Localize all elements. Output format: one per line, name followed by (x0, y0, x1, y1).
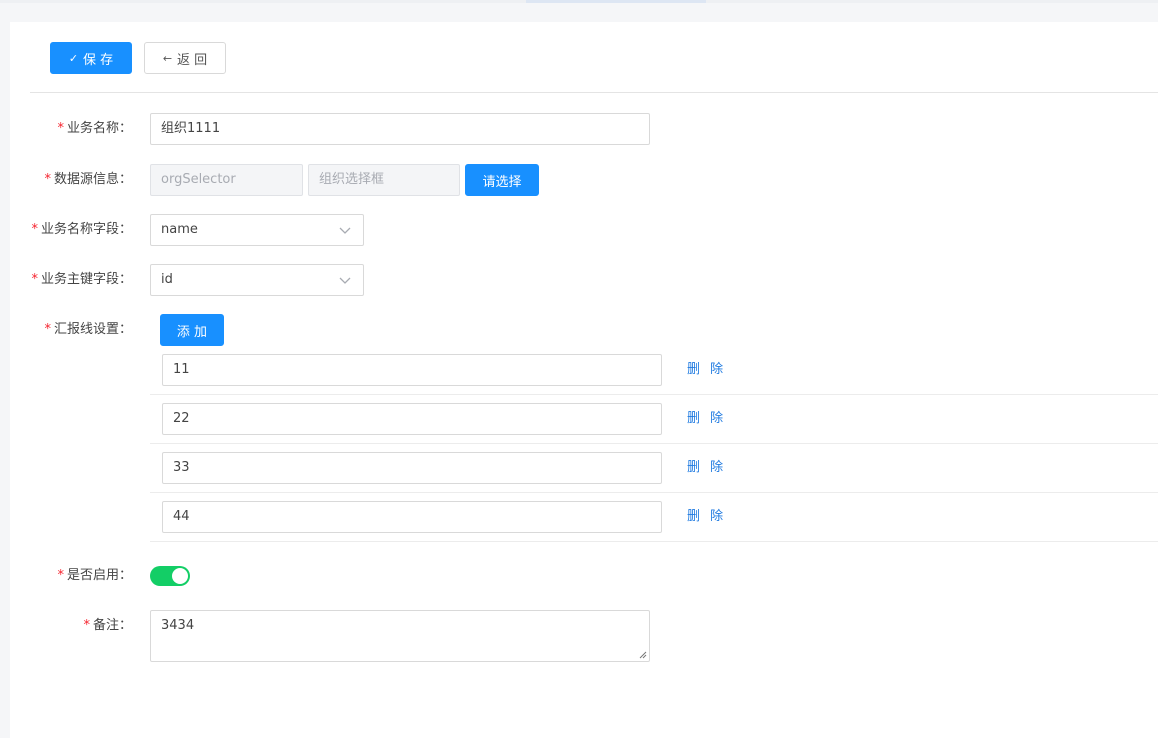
active-tab-indicator (526, 0, 706, 3)
save-button-label: 保 存 (83, 52, 114, 68)
name-field-label: * 业务名称字段： (31, 222, 132, 237)
choose-button[interactable]: 请选择 (465, 164, 539, 196)
remark-value: 3434 (161, 618, 195, 633)
back-button[interactable]: ← 返 回 (144, 42, 226, 74)
row-divider (150, 541, 1158, 542)
chevron-down-icon (339, 227, 351, 234)
form-card: ✓ 保 存 ← 返 回 * 业务名称： 组织1111 * 数据源信息： orgSel… (10, 22, 1158, 738)
back-button-label: 返 回 (177, 52, 208, 68)
enabled-switch[interactable] (150, 566, 190, 586)
remark-label: * 备注： (83, 618, 132, 633)
business-name-input[interactable]: 组织1111 (150, 113, 650, 145)
row-divider (150, 443, 1158, 444)
arrow-left-icon: ← (162, 51, 173, 65)
delete-link[interactable]: 删 除 (687, 452, 726, 484)
check-icon: ✓ (68, 51, 79, 65)
chevron-down-icon (339, 277, 351, 284)
datasource-input: orgSelector (150, 164, 303, 196)
report-line-input[interactable]: 11 (162, 354, 662, 386)
report-line-input[interactable]: 33 (162, 452, 662, 484)
row-divider (150, 394, 1158, 395)
report-line-label: * 汇报线设置： (44, 322, 132, 337)
resize-grip-icon[interactable] (639, 651, 647, 659)
delete-link[interactable]: 删 除 (687, 501, 726, 533)
save-button[interactable]: ✓ 保 存 (50, 42, 132, 74)
toolbar-divider (30, 92, 1158, 93)
delete-link[interactable]: 删 除 (687, 403, 726, 435)
key-field-value: id (161, 272, 173, 287)
report-line-input[interactable]: 22 (162, 403, 662, 435)
delete-link[interactable]: 删 除 (687, 354, 726, 386)
key-field-select[interactable]: id (150, 264, 364, 296)
report-line-input[interactable]: 44 (162, 501, 662, 533)
add-button[interactable]: 添 加 (160, 314, 224, 346)
name-field-value: name (161, 222, 198, 237)
org-selector-input: 组织选择框 (308, 164, 460, 196)
row-divider (150, 492, 1158, 493)
name-field-select[interactable]: name (150, 214, 364, 246)
switch-knob (172, 568, 188, 584)
enabled-label: * 是否启用： (57, 568, 132, 583)
remark-textarea[interactable]: 3434 (150, 610, 650, 662)
datasource-label: * 数据源信息： (44, 172, 132, 187)
business-name-label: * 业务名称： (57, 121, 132, 136)
key-field-label: * 业务主键字段： (31, 272, 132, 287)
top-tab-strip (0, 0, 1158, 3)
